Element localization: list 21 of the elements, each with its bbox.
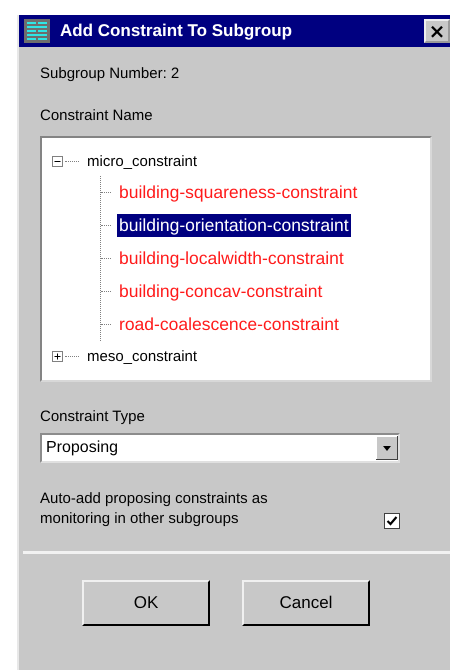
checkbox[interactable] — [384, 513, 400, 529]
close-button[interactable]: × — [424, 19, 450, 43]
tree-item[interactable]: building-orientation-constraint — [117, 214, 351, 237]
constraint-type-dropdown[interactable]: Proposing — [40, 433, 400, 463]
tree-item[interactable]: micro_constraint — [85, 152, 200, 170]
tree-item[interactable]: building-squareness-constraint — [117, 181, 360, 204]
cancel-button[interactable]: Cancel — [242, 580, 370, 626]
auto-add-label: Auto-add proposing constraints as monitoring in other subgroups — [40, 489, 269, 529]
collapse-icon[interactable] — [52, 156, 63, 166]
tree-item[interactable]: meso_constraint — [85, 346, 200, 366]
subgroup-number-label: Subgroup Number: 2 — [40, 65, 180, 82]
tree-item[interactable]: building-localwidth-constraint — [117, 247, 346, 270]
tree-item[interactable]: building-concav-constraint — [117, 280, 324, 303]
constraint-name-label: Constraint Name — [40, 107, 154, 124]
dropdown-arrow-icon[interactable] — [376, 436, 398, 460]
ok-button[interactable]: OK — [82, 580, 210, 626]
window-title: Add Constraint To Subgroup — [60, 21, 293, 41]
expand-icon[interactable] — [52, 350, 63, 362]
tree-item[interactable]: road-coalescence-constraint — [117, 313, 341, 336]
constraint-type-label: Constraint Type — [40, 408, 146, 425]
app-icon — [24, 19, 50, 43]
